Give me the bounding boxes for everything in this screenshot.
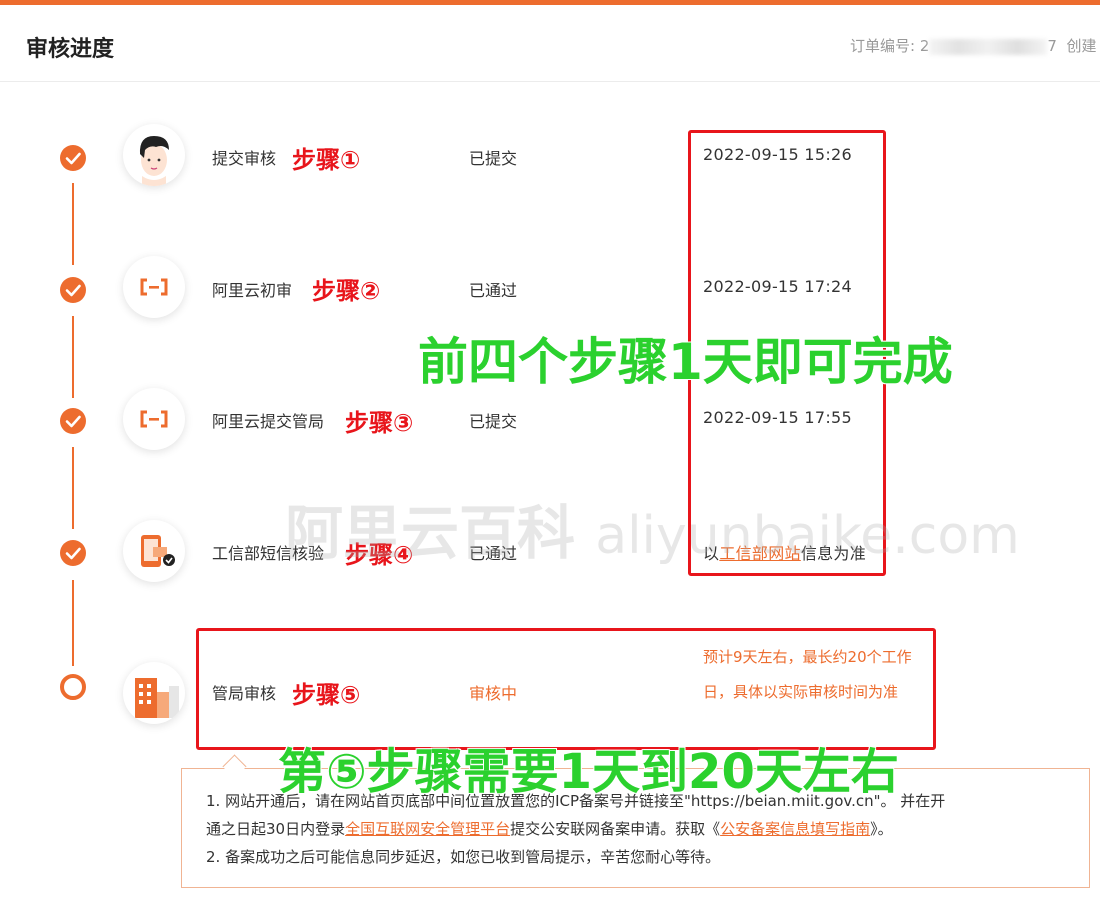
redacted-order-number	[929, 39, 1047, 55]
order-number-suffix: 7	[1047, 37, 1057, 55]
watermark-cn: 阿里云百科	[285, 499, 575, 567]
step-annotation: 步骤③	[345, 403, 413, 438]
notice-text: 》。	[870, 820, 893, 838]
step-status: 已提交	[469, 408, 517, 432]
timeline-connector	[72, 316, 74, 398]
created-label: 创建	[1066, 37, 1096, 55]
step-label: 阿里云初审	[212, 277, 292, 301]
step-annotation: 步骤①	[292, 140, 360, 175]
step-status: 已通过	[469, 277, 517, 301]
order-number: 订单编号: 2 7 创建	[850, 35, 1096, 56]
annotation-step-five: 第⑤步骤需要1天到20天左右	[278, 732, 899, 802]
police-filing-guide-link[interactable]: 公安备案信息填写指南	[720, 820, 870, 838]
step-complete-check-icon	[60, 408, 86, 434]
timeline-connector	[72, 183, 74, 265]
notice-text: 提交公安联网备案申请。获取《	[510, 820, 720, 838]
person-avatar-icon	[123, 124, 185, 186]
annotation-first-four: 前四个步骤1天即可完成	[418, 322, 953, 394]
step-in-progress-ring-icon	[60, 674, 86, 700]
step-label: 提交审核	[212, 145, 276, 169]
order-number-label: 订单编号: 2	[850, 37, 929, 55]
step-label: 阿里云提交管局	[212, 408, 324, 432]
building-icon	[123, 662, 185, 724]
watermark: 阿里云百科 aliyunbaike.com	[285, 486, 1020, 570]
page-header: 审核进度 订单编号: 2 7 创建	[0, 5, 1100, 82]
aliyun-logo-icon	[123, 388, 185, 450]
phone-verify-icon	[123, 520, 185, 582]
page-title: 审核进度	[26, 31, 114, 63]
step-complete-check-icon	[60, 540, 86, 566]
timeline-connector	[72, 580, 74, 666]
step-complete-check-icon	[60, 145, 86, 171]
notice-line-2: 通之日起30日内登录全国互联网安全管理平台提交公安联网备案申请。获取《公安备案信…	[206, 815, 893, 843]
security-platform-link[interactable]: 全国互联网安全管理平台	[345, 820, 510, 838]
step-annotation: 步骤②	[312, 271, 380, 306]
watermark-domain: aliyunbaike.com	[595, 506, 1020, 566]
notice-line-3: 2. 备案成功之后可能信息同步延迟，如您已收到管局提示，辛苦您耐心等待。	[206, 843, 720, 871]
notice-text: 通之日起30日内登录	[206, 820, 345, 838]
step-complete-check-icon	[60, 277, 86, 303]
timeline-connector	[72, 447, 74, 529]
step-status: 已提交	[469, 145, 517, 169]
aliyun-logo-icon	[123, 256, 185, 318]
